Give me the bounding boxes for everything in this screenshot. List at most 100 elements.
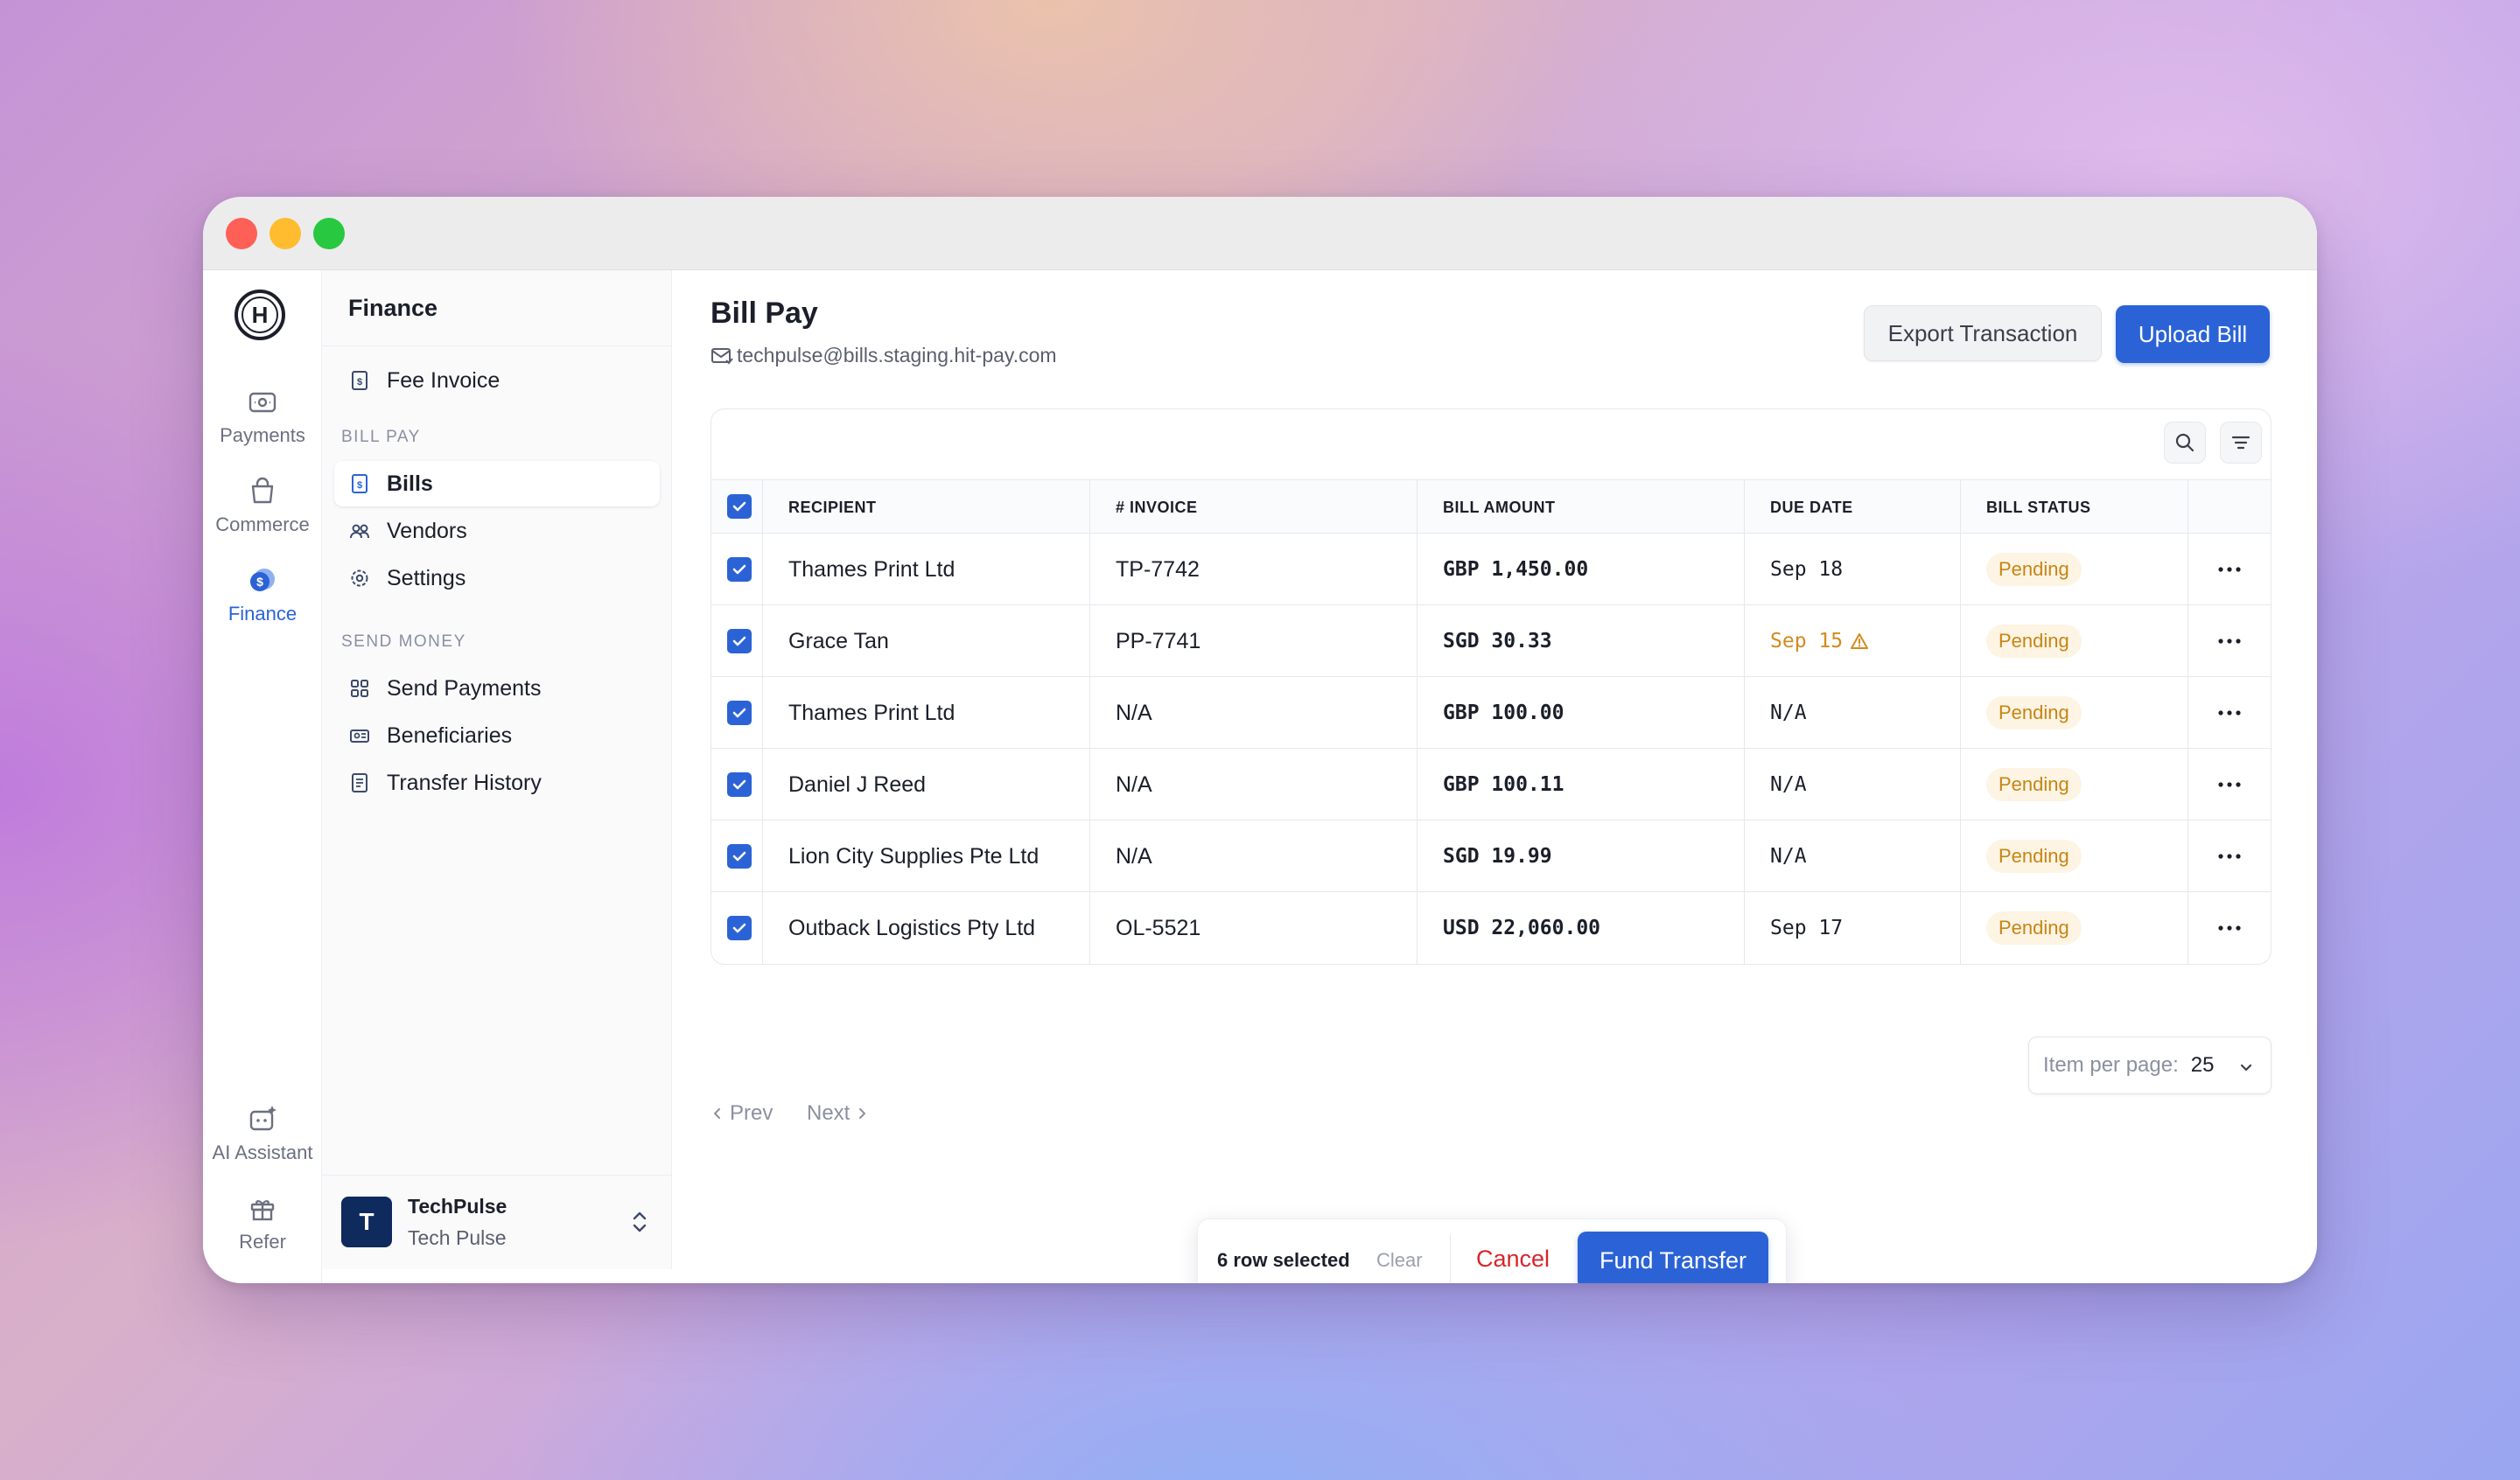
cell-bill-amount: GBP 100.00 (1443, 702, 1564, 724)
main-content: Bill Pay techpulse@bills.staging.hit-pay… (672, 270, 2308, 1283)
rail-item-ai-assistant[interactable]: AI Assistant (203, 1101, 322, 1164)
warning-icon (1851, 633, 1869, 649)
column-header-due-date[interactable]: DUE DATE (1770, 480, 1853, 534)
table-row[interactable]: Outback Logistics Pty Ltd OL-5521 USD 22,0… (711, 892, 2271, 964)
row-checkbox[interactable] (727, 843, 752, 869)
sidebar-item-beneficiaries[interactable]: Beneficiaries (334, 713, 660, 758)
table-row[interactable]: Thames Print Ltd TP-7742 GBP 1,450.00 Sep 1… (711, 534, 2271, 605)
search-icon (2175, 433, 2194, 452)
status-badge: Pending (1986, 911, 2082, 945)
table-row[interactable]: Lion City Supplies Pte Ltd N/A SGD 19.99 N/… (711, 820, 2271, 892)
due-date-text: N/A (1770, 845, 1807, 868)
row-more-actions-button[interactable] (2216, 749, 2243, 820)
row-more-actions-button[interactable] (2216, 820, 2243, 892)
chevron-down-icon (2240, 1064, 2252, 1072)
more-horizontal-icon (2218, 710, 2241, 716)
due-date-text: Sep 17 (1770, 917, 1844, 939)
table-row[interactable]: Thames Print Ltd N/A GBP 100.00 N/A Pending (711, 677, 2271, 749)
cell-due-date: N/A (1770, 820, 1807, 892)
cell-bill-amount: SGD 19.99 (1443, 845, 1552, 868)
prev-page-button[interactable]: Prev (710, 1101, 773, 1126)
row-checkbox[interactable] (727, 700, 752, 725)
account-subtitle: Tech Pulse (408, 1226, 507, 1249)
column-header-bill-status[interactable]: BILL STATUS (1986, 480, 2091, 534)
cell-recipient: Lion City Supplies Pte Ltd (788, 843, 1040, 869)
column-header-recipient[interactable]: RECIPIENT (788, 480, 877, 534)
row-more-actions-button[interactable] (2216, 605, 2243, 677)
cell-bill-status: Pending (1986, 749, 2082, 820)
status-badge: Pending (1986, 696, 2082, 730)
upload-bill-button[interactable]: Upload Bill (2116, 305, 2270, 363)
column-header-invoice[interactable]: # INVOICE (1116, 480, 1198, 534)
settings-icon (351, 569, 368, 587)
table-filter-button[interactable] (2220, 422, 2262, 464)
sidebar-item-vendors[interactable]: Vendors (334, 508, 660, 554)
cell-invoice: N/A (1116, 771, 1152, 797)
rail-item-refer[interactable]: Refer (203, 1190, 322, 1253)
sidebar-item-transfer-history[interactable]: Transfer History (334, 760, 660, 806)
select-all-checkbox[interactable] (727, 494, 752, 519)
items-per-page-select[interactable]: Item per page: 25 (2028, 1037, 2272, 1094)
export-transaction-button[interactable]: Export Transaction (1864, 305, 2102, 361)
chevron-left-icon (714, 1108, 720, 1119)
rail-item-commerce[interactable]: Commerce (203, 473, 322, 536)
cell-bill-amount: SGD 30.33 (1443, 630, 1552, 653)
more-horizontal-icon (2218, 567, 2241, 572)
clear-selection-button[interactable]: Clear (1376, 1249, 1423, 1272)
fund-transfer-button[interactable]: Fund Transfer (1578, 1232, 1768, 1283)
invoice-icon: $ (352, 371, 368, 390)
sidebar-item-fee-invoice[interactable]: $ Fee Invoice (334, 358, 660, 403)
cancel-button[interactable]: Cancel (1476, 1246, 1550, 1273)
shopping-bag-icon (251, 477, 274, 504)
rail-item-finance[interactable]: $ Finance (203, 562, 322, 625)
row-checkbox[interactable] (727, 771, 752, 797)
app-rail: H Payments Commerce $ Finance AI Assista… (203, 270, 322, 1283)
cell-recipient: Daniel J Reed (788, 771, 927, 797)
cell-due-date: Sep 15 (1770, 605, 1869, 677)
minimize-window-button[interactable] (270, 218, 301, 249)
close-window-button[interactable] (226, 218, 257, 249)
cell-bill-amount: GBP 100.11 (1443, 773, 1564, 796)
app-window: H Payments Commerce $ Finance AI Assista… (203, 197, 2317, 1283)
more-horizontal-icon (2218, 782, 2241, 787)
sidebar-item-send-payments[interactable]: Send Payments (334, 666, 660, 711)
cell-bill-status: Pending (1986, 605, 2082, 677)
svg-text:$: $ (357, 377, 362, 387)
bill-email: techpulse@bills.staging.hit-pay.com (710, 344, 1057, 367)
bill-icon: $ (352, 474, 368, 493)
sidebar-item-bills[interactable]: $ Bills (334, 461, 660, 506)
table-search-button[interactable] (2164, 422, 2206, 464)
column-header-bill-amount[interactable]: BILL AMOUNT (1443, 480, 1556, 534)
table-row[interactable]: Daniel J Reed N/A GBP 100.11 N/A Pending (711, 749, 2271, 820)
maximize-window-button[interactable] (313, 218, 345, 249)
next-page-button[interactable]: Next (807, 1101, 869, 1126)
rail-item-payments[interactable]: Payments (203, 384, 322, 447)
row-checkbox[interactable] (727, 628, 752, 653)
finance-icon: $ (250, 569, 275, 591)
cell-due-date: Sep 17 (1770, 892, 1843, 964)
svg-text:$: $ (357, 480, 362, 491)
cell-due-date: Sep 18 (1770, 534, 1843, 605)
row-more-actions-button[interactable] (2216, 677, 2243, 749)
row-checkbox[interactable] (727, 916, 752, 940)
cell-invoice: N/A (1116, 843, 1152, 869)
brand-logo[interactable]: H (234, 290, 285, 340)
filter-icon (2231, 436, 2250, 450)
row-checkbox[interactable] (727, 556, 752, 582)
grid-icon (351, 680, 368, 697)
due-date-text: Sep 18 (1770, 558, 1844, 581)
check-icon (732, 708, 746, 717)
account-switcher[interactable]: T TechPulse Tech Pulse (322, 1175, 671, 1269)
table-row[interactable]: Grace Tan PP-7741 SGD 30.33 Sep 15 Pending (711, 605, 2271, 677)
bill-email-text: techpulse@bills.staging.hit-pay.com (737, 344, 1057, 367)
cell-recipient: Thames Print Ltd (788, 556, 956, 582)
account-name: TechPulse (408, 1195, 508, 1218)
items-per-page-value: 25 (2190, 1053, 2215, 1077)
sidebar-item-settings[interactable]: Settings (334, 555, 660, 601)
cell-due-date: N/A (1770, 677, 1807, 749)
check-icon (732, 636, 746, 646)
cell-recipient: Thames Print Ltd (788, 700, 956, 725)
row-more-actions-button[interactable] (2216, 534, 2243, 605)
row-more-actions-button[interactable] (2216, 892, 2243, 964)
status-badge: Pending (1986, 553, 2082, 586)
